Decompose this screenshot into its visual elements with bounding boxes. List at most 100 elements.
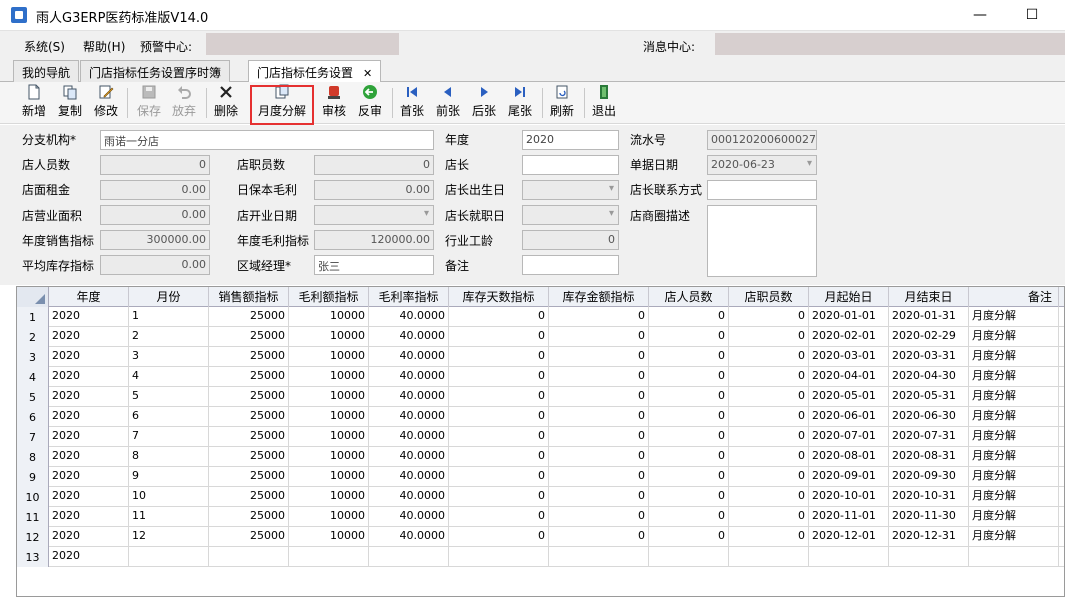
table-cell[interactable]: 0 bbox=[729, 467, 809, 487]
column-header[interactable]: 店人员数 bbox=[649, 287, 729, 307]
save-button[interactable]: 保存 bbox=[135, 84, 163, 122]
remark-field[interactable] bbox=[522, 255, 619, 275]
alert-center-label[interactable]: 预警中心: bbox=[140, 38, 192, 55]
select-all-corner[interactable] bbox=[17, 287, 49, 307]
table-cell[interactable]: 6 bbox=[129, 407, 209, 427]
tab-my-navigation[interactable]: 我的导航 bbox=[13, 60, 80, 82]
business-desc-field[interactable] bbox=[707, 205, 817, 277]
table-cell[interactable]: 40.0000 bbox=[369, 507, 449, 527]
table-cell[interactable]: 0 bbox=[549, 507, 649, 527]
tab-store-target-list[interactable]: 门店指标任务设置序时簿 bbox=[80, 60, 231, 82]
table-cell[interactable]: 11 bbox=[129, 507, 209, 527]
table-cell[interactable]: 2020-02-29 bbox=[889, 327, 969, 347]
table-cell[interactable]: 2020 bbox=[49, 427, 129, 447]
table-cell[interactable]: 2020-01-01 bbox=[809, 307, 889, 327]
column-header[interactable]: 销售额指标 bbox=[209, 287, 289, 307]
table-cell[interactable]: 0 bbox=[449, 487, 549, 507]
year-field[interactable]: 2020 bbox=[522, 130, 619, 150]
first-record-button[interactable]: 首张 bbox=[398, 84, 426, 122]
table-row[interactable]: 7 2020 7 25000 10000 40.0000 0 0 0 0 2020-07-01 202… bbox=[17, 427, 1064, 447]
table-cell[interactable]: 0 bbox=[449, 447, 549, 467]
table-row[interactable]: 12 2020 12 25000 10000 40.0000 0 0 0 0 2020-12-01 2… bbox=[17, 527, 1064, 547]
table-cell[interactable]: 25000 bbox=[209, 327, 289, 347]
table-row[interactable]: 8 2020 8 25000 10000 40.0000 0 0 0 0 2020-08-01 202… bbox=[17, 447, 1064, 467]
table-cell[interactable]: 0 bbox=[549, 327, 649, 347]
table-cell[interactable]: 月度分解 bbox=[969, 387, 1059, 407]
row-number[interactable]: 1 bbox=[17, 307, 49, 327]
table-cell[interactable]: 2020-04-01 bbox=[809, 367, 889, 387]
table-cell[interactable]: 0 bbox=[549, 447, 649, 467]
table-cell[interactable]: 10000 bbox=[289, 367, 369, 387]
prev-record-button[interactable]: 前张 bbox=[434, 84, 462, 122]
table-row[interactable]: 13 2020 bbox=[17, 547, 1064, 567]
table-cell[interactable]: 0 bbox=[729, 347, 809, 367]
table-cell[interactable]: 0 bbox=[649, 447, 729, 467]
table-cell[interactable]: 2020-08-01 bbox=[809, 447, 889, 467]
table-cell[interactable]: 7 bbox=[129, 427, 209, 447]
row-number[interactable]: 13 bbox=[17, 547, 49, 567]
column-header[interactable]: 库存金额指标 bbox=[549, 287, 649, 307]
table-cell[interactable]: 3 bbox=[129, 347, 209, 367]
table-cell[interactable]: 2020-03-31 bbox=[889, 347, 969, 367]
table-cell[interactable]: 2020 bbox=[49, 487, 129, 507]
table-cell[interactable]: 2020 bbox=[49, 347, 129, 367]
row-number[interactable]: 4 bbox=[17, 367, 49, 387]
table-cell[interactable]: 25000 bbox=[209, 467, 289, 487]
table-cell[interactable]: 4 bbox=[129, 367, 209, 387]
table-cell[interactable]: 月度分解 bbox=[969, 327, 1059, 347]
table-cell[interactable]: 25000 bbox=[209, 427, 289, 447]
table-cell[interactable]: 25000 bbox=[209, 487, 289, 507]
table-cell[interactable]: 25000 bbox=[209, 407, 289, 427]
table-cell[interactable]: 10 bbox=[129, 487, 209, 507]
table-cell[interactable]: 2020 bbox=[49, 327, 129, 347]
table-cell[interactable]: 2020 bbox=[49, 467, 129, 487]
table-cell[interactable] bbox=[289, 547, 369, 567]
table-cell[interactable]: 2 bbox=[129, 327, 209, 347]
table-cell[interactable]: 0 bbox=[649, 487, 729, 507]
table-cell[interactable]: 0 bbox=[729, 387, 809, 407]
table-row[interactable]: 4 2020 4 25000 10000 40.0000 0 0 0 0 2020-04-01 202… bbox=[17, 367, 1064, 387]
exit-button[interactable]: 退出 bbox=[590, 84, 618, 122]
table-cell[interactable]: 2020 bbox=[49, 407, 129, 427]
table-cell[interactable]: 0 bbox=[549, 487, 649, 507]
table-cell[interactable]: 0 bbox=[729, 527, 809, 547]
open-date-field[interactable] bbox=[314, 205, 434, 225]
table-cell[interactable]: 2020 bbox=[49, 547, 129, 567]
table-cell[interactable]: 月度分解 bbox=[969, 427, 1059, 447]
table-cell[interactable]: 25000 bbox=[209, 507, 289, 527]
table-row[interactable]: 3 2020 3 25000 10000 40.0000 0 0 0 0 2020-03-01 202… bbox=[17, 347, 1064, 367]
table-cell[interactable]: 40.0000 bbox=[369, 307, 449, 327]
manager-birth-field[interactable] bbox=[522, 180, 619, 200]
table-cell[interactable]: 9 bbox=[129, 467, 209, 487]
table-cell[interactable]: 0 bbox=[549, 527, 649, 547]
table-cell[interactable]: 0 bbox=[729, 407, 809, 427]
menu-system[interactable]: 系统(S) bbox=[24, 38, 65, 55]
table-row[interactable]: 11 2020 11 25000 10000 40.0000 0 0 0 0 2020-11-01 2… bbox=[17, 507, 1064, 527]
table-cell[interactable]: 10000 bbox=[289, 487, 369, 507]
table-cell[interactable]: 10000 bbox=[289, 427, 369, 447]
column-header[interactable]: 库存天数指标 bbox=[449, 287, 549, 307]
table-cell[interactable]: 2020 bbox=[49, 507, 129, 527]
table-row[interactable]: 10 2020 10 25000 10000 40.0000 0 0 0 0 2020-10-01 2… bbox=[17, 487, 1064, 507]
table-cell[interactable]: 0 bbox=[449, 467, 549, 487]
column-header[interactable]: 备注 bbox=[969, 287, 1059, 307]
row-number[interactable]: 12 bbox=[17, 527, 49, 547]
table-cell[interactable]: 0 bbox=[449, 527, 549, 547]
table-cell[interactable]: 10000 bbox=[289, 347, 369, 367]
row-number[interactable]: 10 bbox=[17, 487, 49, 507]
table-cell[interactable]: 0 bbox=[729, 447, 809, 467]
table-cell[interactable] bbox=[809, 547, 889, 567]
table-cell[interactable]: 0 bbox=[549, 367, 649, 387]
table-cell[interactable]: 40.0000 bbox=[369, 447, 449, 467]
row-number[interactable]: 6 bbox=[17, 407, 49, 427]
row-number[interactable]: 3 bbox=[17, 347, 49, 367]
table-cell[interactable]: 0 bbox=[649, 327, 729, 347]
table-cell[interactable]: 月度分解 bbox=[969, 447, 1059, 467]
table-cell[interactable]: 2020 bbox=[49, 527, 129, 547]
column-header[interactable]: 毛利额指标 bbox=[289, 287, 369, 307]
table-cell[interactable]: 0 bbox=[649, 407, 729, 427]
region-manager-field[interactable]: 张三 bbox=[314, 255, 434, 275]
table-cell[interactable]: 0 bbox=[649, 507, 729, 527]
column-header[interactable]: 月结束日 bbox=[889, 287, 969, 307]
table-cell[interactable]: 0 bbox=[729, 507, 809, 527]
